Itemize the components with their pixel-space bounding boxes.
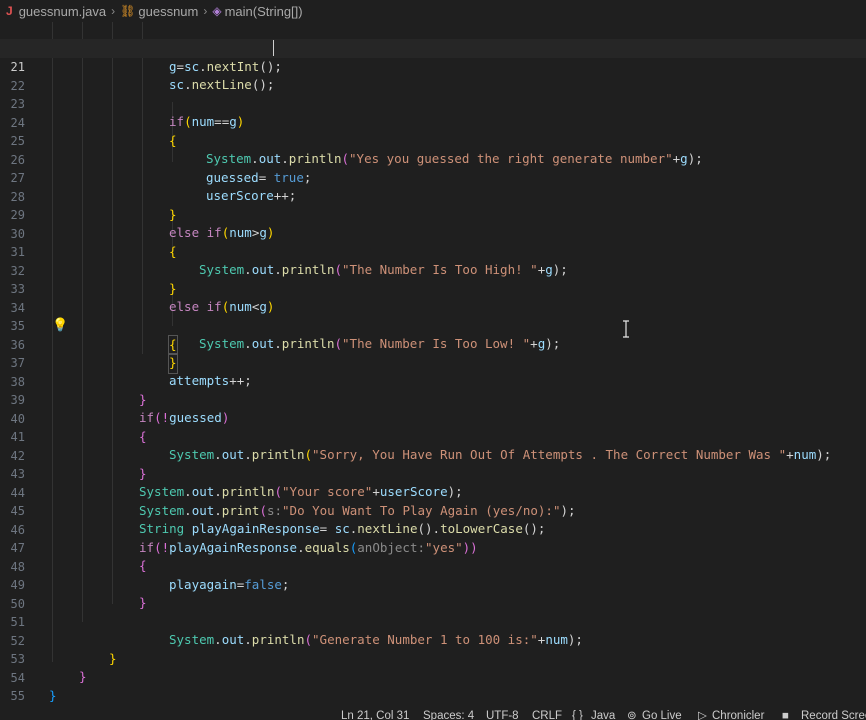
- record-icon: ■: [782, 710, 789, 720]
- code-line: 38 }: [0, 354, 866, 408]
- code-line: 43 System.out.println("Your score"+userS…: [0, 446, 866, 500]
- code-line: 30 {: [0, 206, 866, 260]
- code-line: 33 else if(num<g): [0, 261, 866, 315]
- code-line: 55: [0, 668, 866, 703]
- code-line: 54 }: [0, 650, 866, 704]
- code-line: 23 if(num==g): [0, 76, 866, 130]
- code-line: 37 attempts++;: [0, 335, 866, 389]
- play-icon: ▷: [698, 710, 707, 720]
- code-editor[interactable]: 20 g=sc.nextInt(); 21 sc.nextLine(); 22 …: [0, 22, 866, 706]
- code-line: 25 System.out.println("Yes you guessed t…: [0, 113, 866, 167]
- encoding-setting[interactable]: UTF-8: [486, 706, 519, 720]
- code-line: 34 💡 {: [0, 280, 866, 355]
- language-mode[interactable]: Java: [591, 706, 615, 720]
- code-line-active: 21 sc.nextLine();: [0, 39, 866, 92]
- breadcrumb: J guessnum.java › ⛓ guessnum › ◈ main(St…: [0, 0, 866, 22]
- code-line: 35 System.out.println("The Number Is Too…: [0, 298, 866, 352]
- code-line: 45 String playAgainResponse= sc.nextLine…: [0, 483, 866, 537]
- code-line: 42 }: [0, 428, 866, 482]
- code-line: 26 guessed= true;: [0, 132, 866, 186]
- code-line: 46 if(!playAgainResponse.equals(anObject…: [0, 502, 866, 556]
- class-icon: ⛓: [120, 4, 136, 18]
- go-live-button[interactable]: Go Live: [642, 706, 682, 720]
- record-screen-button[interactable]: Record Screen: [801, 706, 866, 720]
- broadcast-icon: ⊚: [627, 710, 637, 720]
- breadcrumb-class[interactable]: guessnum: [138, 4, 198, 19]
- breadcrumb-file[interactable]: guessnum.java: [19, 4, 106, 19]
- indentation-setting[interactable]: Spaces: 4: [423, 706, 474, 720]
- chevron-right-icon: ›: [111, 4, 116, 18]
- code-line: 32 }: [0, 243, 866, 297]
- mouse-ibeam-cursor-icon: [622, 320, 630, 338]
- code-line: 41 System.out.println("Sorry, You Have R…: [0, 409, 866, 463]
- code-line: 40 {: [0, 391, 866, 445]
- text-caret: [273, 40, 274, 56]
- code-line: 50: [0, 576, 866, 611]
- code-line: 29 else if(num>g): [0, 187, 866, 241]
- line-number: 55: [10, 688, 25, 703]
- code-line: 49 }: [0, 557, 866, 611]
- code-line: 39 if(!guessed): [0, 372, 866, 426]
- code-line: 48 playagain=false;: [0, 539, 866, 593]
- code-line: 22: [0, 58, 866, 93]
- code-line: 44 System.out.print(s:"Do You Want To Pl…: [0, 465, 866, 519]
- cursor-position[interactable]: Ln 21, Col 31: [341, 706, 409, 720]
- code-line: 31 System.out.println("The Number Is Too…: [0, 224, 866, 278]
- status-bar: Ln 21, Col 31 Spaces: 4 UTF-8 CRLF { } J…: [0, 706, 866, 720]
- code-line: 47 {: [0, 520, 866, 574]
- breadcrumb-method[interactable]: main(String[]): [225, 4, 303, 19]
- code-line: 51 System.out.println("Generate Number 1…: [0, 594, 866, 648]
- eol-setting[interactable]: CRLF: [532, 706, 562, 720]
- method-icon: ◈: [212, 4, 222, 18]
- code-line: 52 }: [0, 613, 866, 667]
- code-line: 53 }: [0, 631, 866, 685]
- chronicler-button[interactable]: Chronicler: [712, 706, 764, 720]
- code-line: 27 userScore++;: [0, 150, 866, 204]
- java-file-icon: J: [6, 4, 13, 18]
- braces-icon: { }: [572, 710, 583, 720]
- code-line: 28 }: [0, 169, 866, 223]
- code-line: 20 g=sc.nextInt();: [0, 22, 866, 75]
- code-line: 24 {: [0, 95, 866, 149]
- chevron-right-icon: ›: [203, 4, 208, 18]
- code-line: 36 }: [0, 317, 866, 374]
